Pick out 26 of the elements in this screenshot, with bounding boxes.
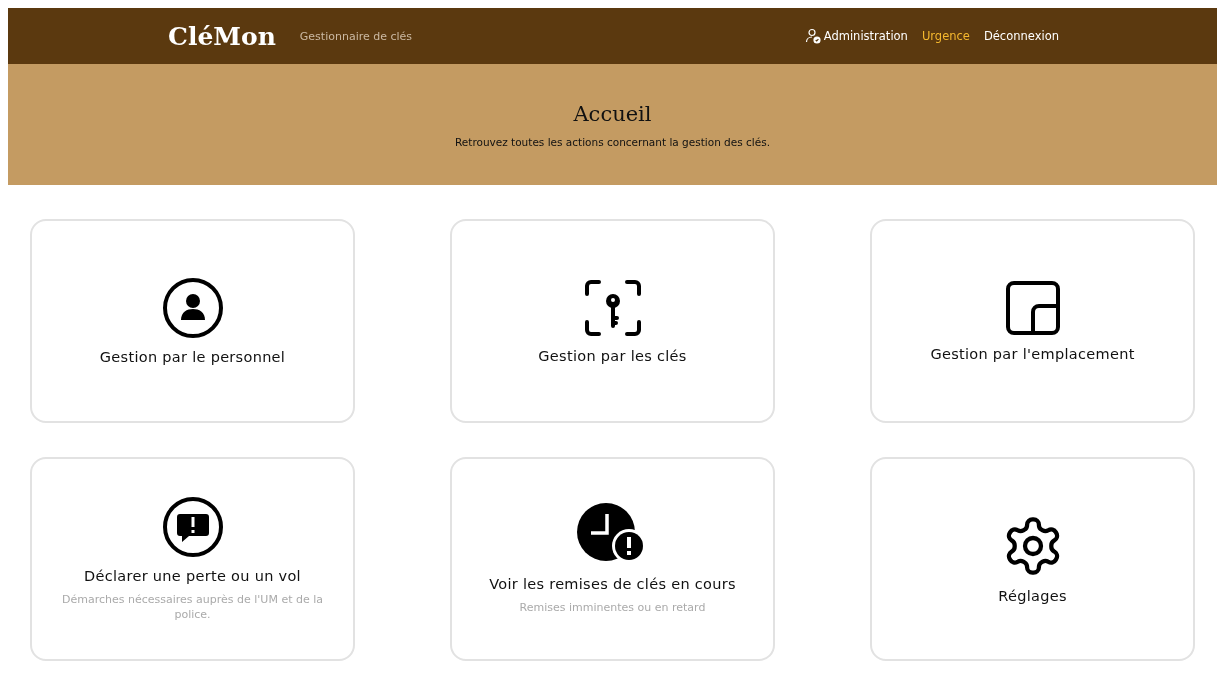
card-description: Remises imminentes ou en retard [519, 600, 706, 616]
action-card[interactable]: Gestion par le personnel [30, 219, 355, 423]
alert-message-icon [161, 495, 224, 558]
action-card[interactable]: Voir les remises de clés en cours Remises imminentes ou en retard [450, 457, 775, 661]
action-card[interactable]: Gestion par l'emplacement [870, 219, 1195, 423]
card-title: Voir les remises de clés en cours [489, 576, 736, 593]
action-card[interactable]: Gestion par les clés [450, 219, 775, 423]
key-icon [582, 278, 643, 338]
user-check-icon [804, 28, 821, 44]
card-title: Déclarer une perte ou un vol [84, 567, 301, 584]
nav-link[interactable]: Administration [804, 28, 908, 44]
card-title: Gestion par le personnel [99, 349, 286, 365]
page-title: Accueil [573, 101, 652, 126]
card-title: Réglages [998, 588, 1067, 604]
nav-link[interactable]: Urgence [921, 29, 970, 43]
card-title: Gestion par l'emplacement [930, 346, 1135, 362]
card-title: Gestion par les clés [538, 348, 687, 364]
layout-icon [1004, 280, 1061, 336]
logo: CléMon [168, 21, 276, 51]
action-card[interactable]: Déclarer une perte ou un vol Démarches nécessaires auprès de l'UM et de la police. [30, 457, 355, 661]
page-subtitle: Retrouvez toutes les actions concernant la gestion des clés. [455, 135, 770, 148]
user-circle-icon [161, 277, 224, 339]
card-description: Démarches nécessaires auprès de l'UM et de la police. [60, 591, 324, 623]
nav-link[interactable]: Déconnexion [983, 29, 1059, 43]
tagline: Gestionnaire de clés [299, 29, 413, 43]
action-card[interactable]: Réglages [870, 457, 1195, 661]
